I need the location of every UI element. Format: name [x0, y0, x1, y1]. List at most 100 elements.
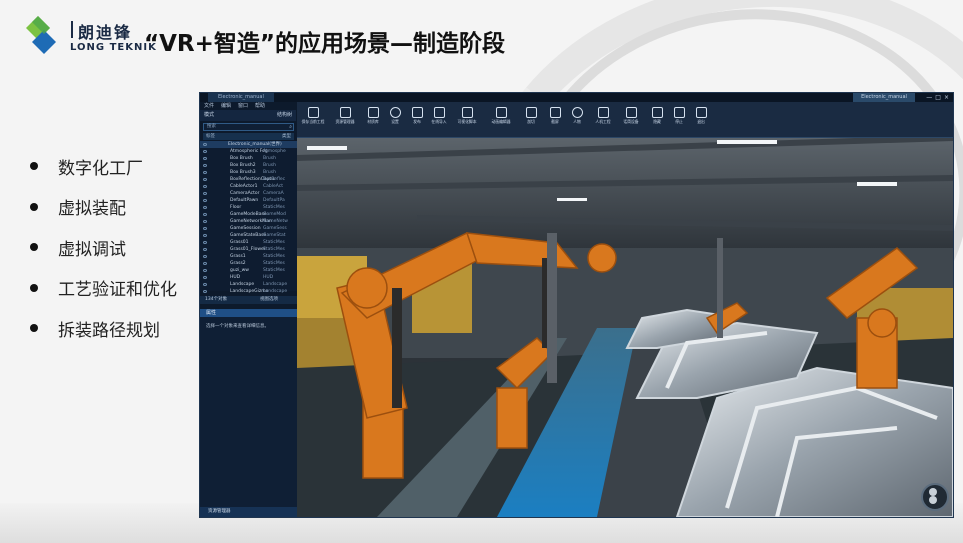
outliner-row[interactable]: Atmospheric Fog Atmosphe: [200, 148, 297, 155]
visibility-eye-icon[interactable]: [203, 192, 207, 195]
outliner-row[interactable]: Grass01_Flower StaticMes: [200, 246, 297, 253]
outliner-row[interactable]: Grass2 StaticMes: [200, 260, 297, 267]
visibility-eye-icon[interactable]: [203, 199, 207, 202]
toolbar-button[interactable]: 发布: [405, 105, 429, 125]
toolbar-button[interactable]: 退出: [689, 105, 713, 125]
bullet-dot-icon: [30, 202, 38, 211]
outliner-row[interactable]: GameStateBase GameStat: [200, 232, 297, 239]
outliner-row[interactable]: Grass1 StaticMes: [200, 253, 297, 260]
outliner-row[interactable]: Electronic_manual(世界): [200, 141, 297, 148]
bullet-item: 工艺验证和优化: [30, 268, 177, 309]
brand-logo-icon: [26, 16, 56, 54]
visibility-eye-icon[interactable]: [203, 283, 207, 286]
asset-browser-tab[interactable]: 资源管理器: [200, 507, 297, 517]
menu-file[interactable]: 文件: [204, 102, 214, 110]
visibility-eye-icon[interactable]: [203, 241, 207, 244]
outliner-row[interactable]: GameModeBase GameMod: [200, 211, 297, 218]
bullet-item: 数字化工厂: [30, 146, 177, 187]
outliner-row[interactable]: Box Brush3 Brush: [200, 169, 297, 176]
outliner-row-name: Grass01: [230, 240, 249, 245]
tab-mode[interactable]: 模式: [204, 110, 214, 121]
outliner-row[interactable]: GameNetworkMan GameNetw: [200, 218, 297, 225]
bullet-text: 虚拟装配: [58, 199, 126, 220]
visibility-eye-icon[interactable]: [203, 157, 207, 160]
outliner-row[interactable]: Grass01 StaticMes: [200, 239, 297, 246]
outliner-row[interactable]: Landscape Landscape: [200, 281, 297, 288]
visibility-eye-icon[interactable]: [203, 178, 207, 181]
person-icon: [571, 107, 583, 118]
toolbar-button[interactable]: 在线导入: [427, 105, 451, 125]
outliner-row[interactable]: guzi_ww StaticMes: [200, 267, 297, 274]
column-type[interactable]: 类型: [279, 133, 294, 140]
toolbar-button[interactable]: 截屏: [543, 105, 567, 125]
outliner-row[interactable]: DefaultPawn DefaultPa: [200, 197, 297, 204]
outliner-row[interactable]: CameraActor CameraA: [200, 190, 297, 197]
view-gizmo-icon[interactable]: [921, 483, 949, 511]
bullet-item: 虚拟装配: [30, 187, 177, 228]
toolbar-button[interactable]: 保存当前工程: [301, 105, 325, 125]
toolbar-button[interactable]: 人物: [565, 105, 589, 125]
outliner-row[interactable]: HUD HUD: [200, 274, 297, 281]
minimize-icon[interactable]: —: [926, 93, 932, 102]
visibility-eye-icon[interactable]: [203, 248, 207, 251]
3d-viewport[interactable]: [297, 138, 953, 517]
right-document-tab[interactable]: Electronic_manual: [853, 93, 915, 102]
visibility-eye-icon[interactable]: [203, 220, 207, 223]
close-icon[interactable]: ×: [944, 93, 949, 102]
menu-help[interactable]: 帮助: [255, 102, 265, 110]
outliner-row[interactable]: CableActor1 CableAct: [200, 183, 297, 190]
column-label[interactable]: 标签: [203, 133, 218, 140]
outliner-row[interactable]: GameSession GameSess: [200, 225, 297, 232]
document-tab[interactable]: Electronic_manual: [208, 93, 274, 102]
toolbar-button[interactable]: 设置: [383, 105, 407, 125]
toolbar-button[interactable]: 人机工程: [591, 105, 615, 125]
tab-structure-tree[interactable]: 结构树: [277, 110, 292, 121]
toolbar-button[interactable]: 动画编辑器: [489, 105, 513, 125]
outliner-row-type: GameSess: [263, 226, 287, 231]
import-icon: [433, 107, 445, 118]
visibility-eye-icon[interactable]: [203, 269, 207, 272]
visibility-eye-icon[interactable]: [203, 255, 207, 258]
outliner-row[interactable]: BoxReflectionCaptur BoxReflec: [200, 176, 297, 183]
toolbar-button[interactable]: 资源管理器: [333, 105, 357, 125]
visibility-eye-icon[interactable]: [203, 171, 207, 174]
toolbar-button[interactable]: 隐藏: [645, 105, 669, 125]
visibility-eye-icon[interactable]: [203, 234, 207, 237]
toolbar-button[interactable]: 话筒设备: [619, 105, 643, 125]
panel-tabs: 模式 结构树: [200, 110, 296, 121]
animation-editor-icon: [495, 107, 507, 118]
toolbar-button[interactable]: 材质库: [361, 105, 385, 125]
outliner-row[interactable]: Box Brush2 Brush: [200, 162, 297, 169]
bullet-text: 工艺验证和优化: [58, 280, 177, 301]
outliner-row-type: CableAct: [263, 184, 284, 189]
visibility-eye-icon[interactable]: [203, 213, 207, 216]
visibility-eye-icon[interactable]: [203, 262, 207, 265]
outliner-row[interactable]: Box Brush Brush: [200, 155, 297, 162]
outliner-row-name: GameStateBase: [230, 233, 267, 238]
visibility-eye-icon[interactable]: [203, 150, 207, 153]
visibility-eye-icon[interactable]: [203, 290, 207, 293]
visibility-eye-icon[interactable]: [203, 276, 207, 279]
search-input[interactable]: 搜索 ⌕: [203, 123, 294, 131]
toolbar-button[interactable]: 停止: [667, 105, 691, 125]
bullet-text: 拆装路径规划: [58, 320, 160, 341]
view-options-button[interactable]: 视图选项: [260, 296, 278, 304]
toolbar-button[interactable]: 可视化脚本: [455, 105, 479, 125]
brand-name-cn: 朗迪锋: [70, 19, 132, 43]
outliner-row-type: StaticMes: [263, 261, 285, 266]
visibility-eye-icon[interactable]: [203, 185, 207, 188]
outliner-list: Electronic_manual(世界) Atmospheric Fog Atmo…: [200, 141, 298, 294]
maximize-icon[interactable]: □: [935, 93, 941, 102]
visibility-eye-icon[interactable]: [203, 227, 207, 230]
outliner-row-type: Atmosphe: [263, 149, 286, 154]
visibility-eye-icon[interactable]: [203, 206, 207, 209]
menu-edit[interactable]: 编辑: [221, 102, 231, 110]
editor-window: Electronic_manual Electronic_manual — □ …: [199, 92, 954, 518]
menu-window[interactable]: 窗口: [238, 102, 248, 110]
visibility-eye-icon[interactable]: [203, 164, 207, 167]
toolbar-button[interactable]: 剖切: [519, 105, 543, 125]
visibility-eye-icon[interactable]: [203, 143, 207, 146]
outliner-row[interactable]: Floor StaticMes: [200, 204, 297, 211]
bullet-dot-icon: [30, 243, 38, 252]
outliner-row[interactable]: LandscapeGizmo Landscape: [200, 288, 297, 295]
